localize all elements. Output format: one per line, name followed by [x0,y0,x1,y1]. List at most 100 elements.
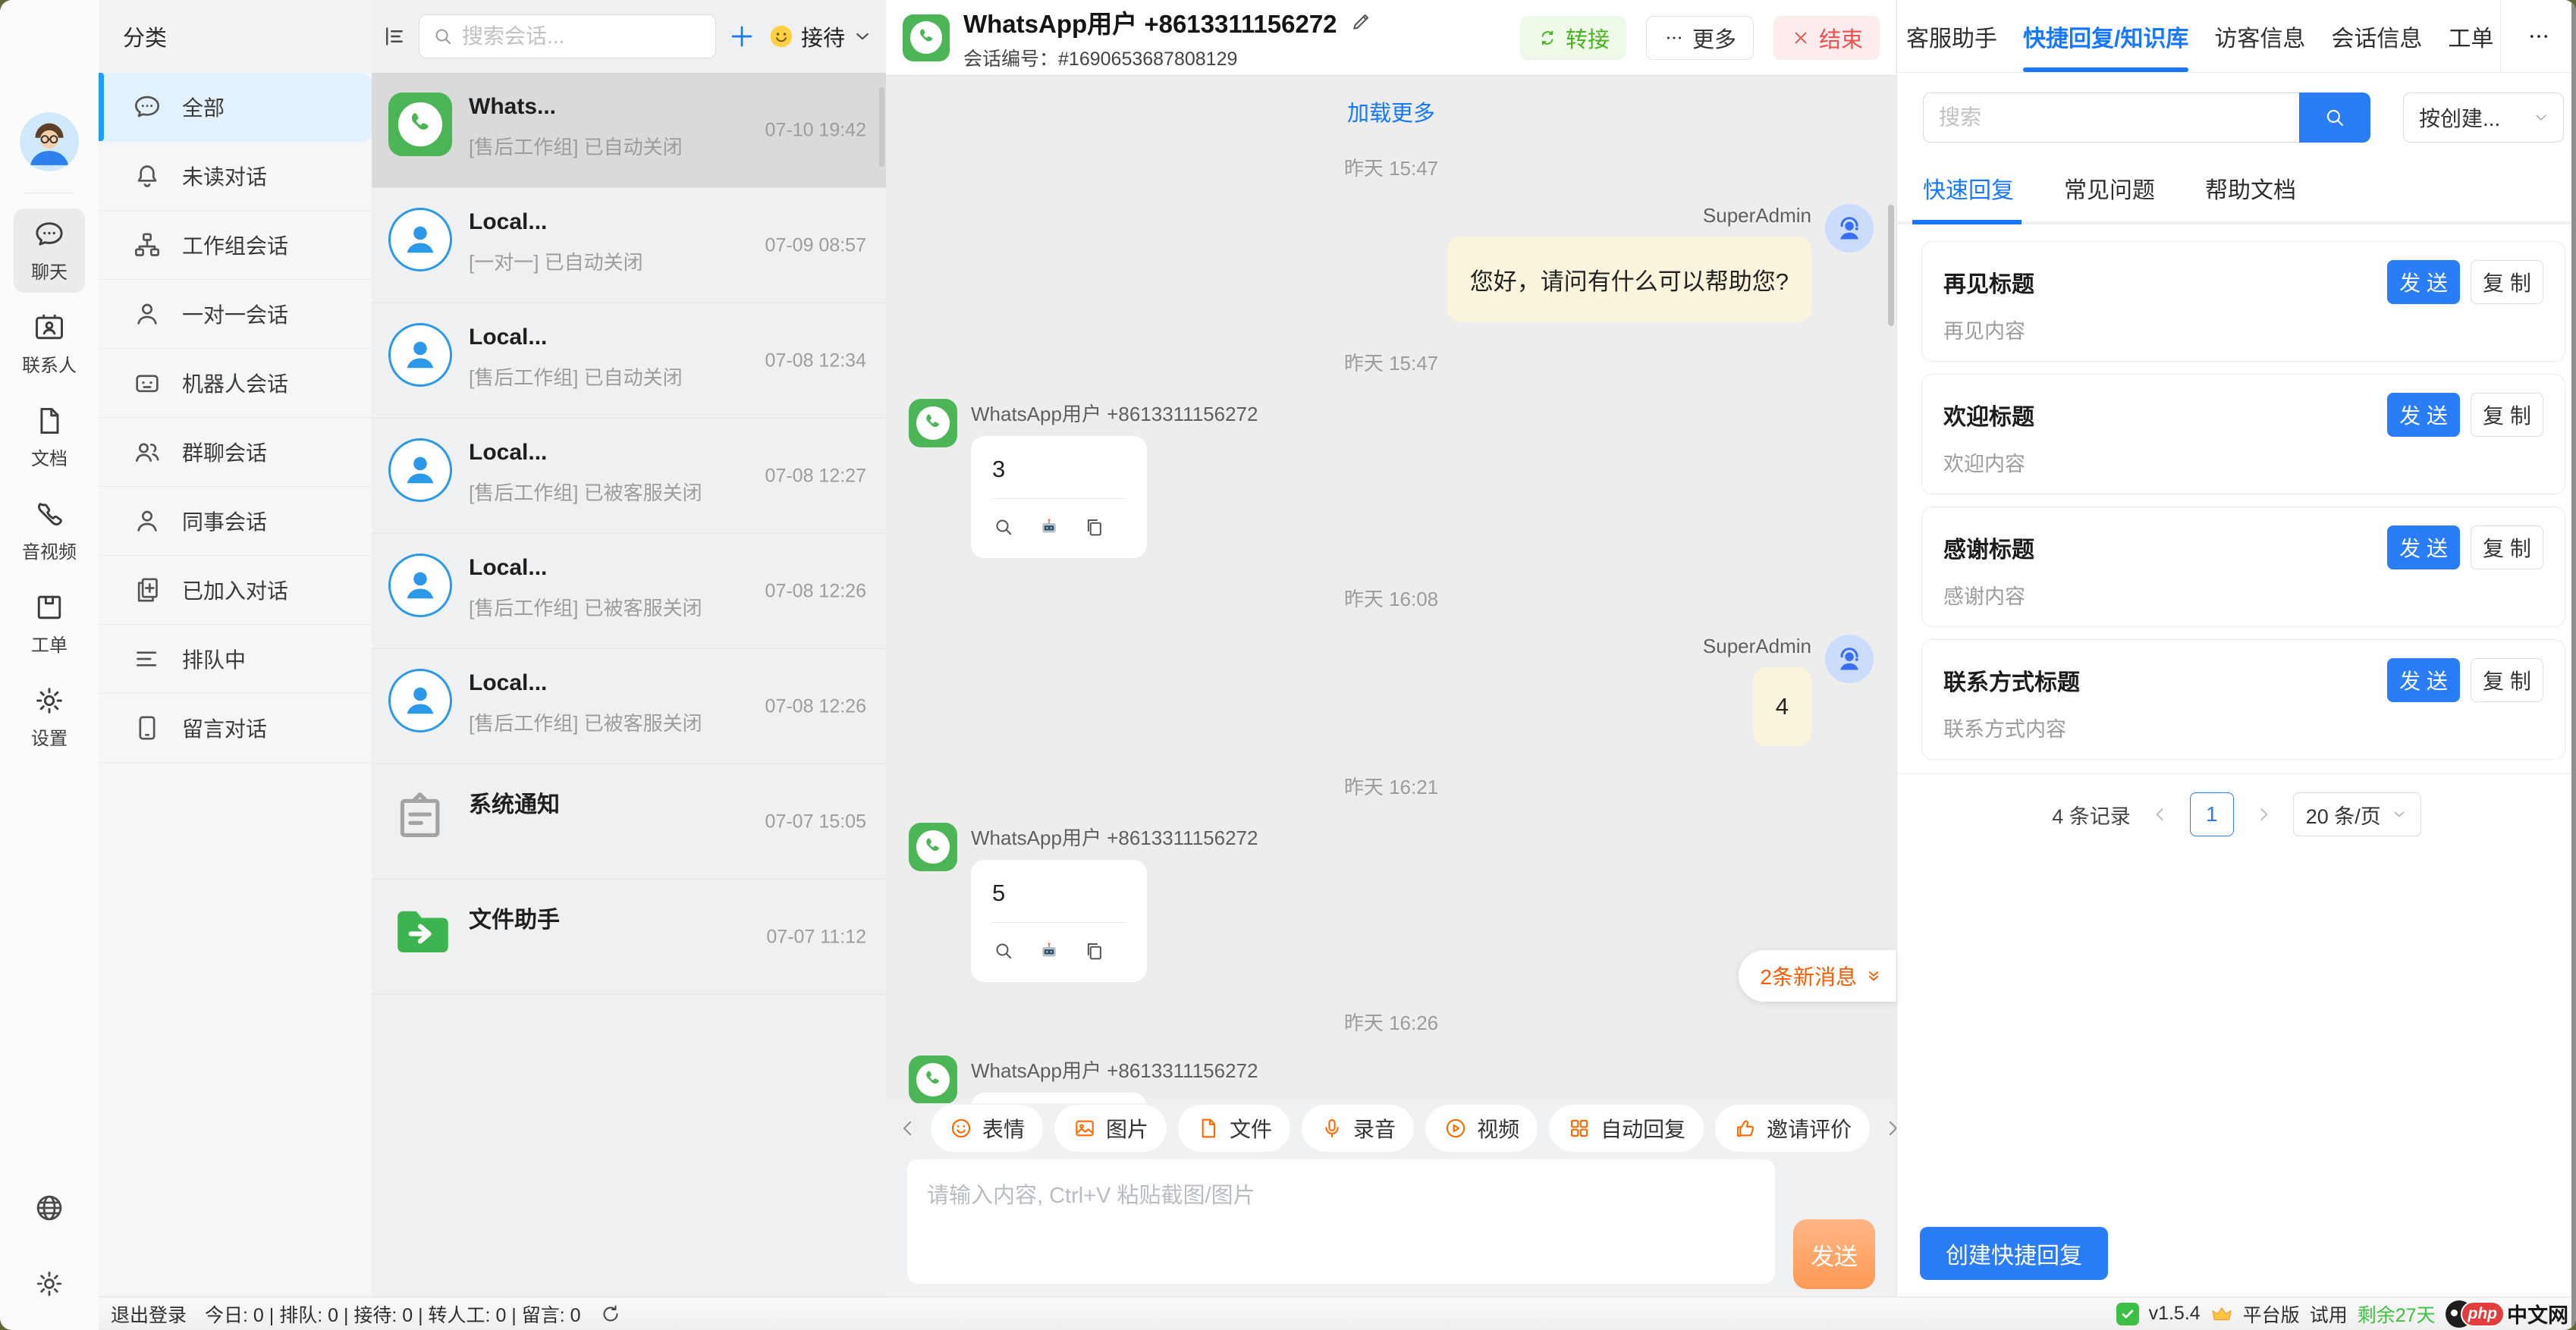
reply-title: 欢迎标题 [1943,398,2034,431]
document-icon [33,404,66,438]
sidebar-item-colleague[interactable]: 同事会话 [99,487,372,556]
copy-message-button[interactable] [1083,939,1106,962]
send-reply-button[interactable]: 发 送 [2387,658,2460,702]
page-size-dropdown[interactable]: 20 条/页 [2293,792,2421,836]
sidebar-item-robot[interactable]: 机器人会话 [99,349,372,418]
rail-item-av[interactable]: 音视频 [14,488,85,572]
close-icon [1790,27,1811,49]
conversation-item-system-notice[interactable]: 系统通知 07-07 15:05 [372,764,886,880]
conversation-item-file-assistant[interactable]: 文件助手 07-07 11:12 [372,880,886,995]
next-page-button[interactable] [2254,805,2273,824]
copy-reply-button[interactable]: 复 制 [2471,393,2543,437]
tab-visitor-info[interactable]: 访客信息 [2214,0,2305,72]
record-audio-button[interactable]: 录音 [1302,1105,1414,1152]
agent-avatar-icon [1825,204,1874,253]
chat-scrollbar[interactable] [1888,205,1894,326]
language-globe-button[interactable] [33,1192,65,1224]
conversation-item[interactable]: Local...[售后工作组] 已被客服关闭 07-08 12:27 [372,419,886,534]
rail-item-docs[interactable]: 文档 [14,395,85,479]
person-avatar-icon [388,323,452,387]
toolbar-scroll-right[interactable] [1881,1117,1896,1140]
tab-session-info[interactable]: 会话信息 [2331,0,2422,72]
window-scrollbar[interactable] [2571,0,2576,1330]
reception-status-dropdown[interactable]: 接待 [768,20,874,52]
subtab-help-docs[interactable]: 帮助文档 [2205,171,2296,221]
panel-more-tabs-button[interactable] [2500,0,2576,72]
conversation-item[interactable]: Local...[售后工作组] 已被客服关闭 07-08 12:26 [372,534,886,649]
sidebar-item-group[interactable]: 群聊会话 [99,418,372,487]
create-quick-reply-button[interactable]: 创建快捷回复 [1920,1227,2108,1280]
rail-item-workorder[interactable]: 工单 [14,582,85,666]
toolbar-scroll-left[interactable] [897,1117,919,1140]
kb-search-button[interactable] [2299,93,2370,143]
grid-icon [1567,1116,1591,1140]
copy-message-button[interactable] [1083,516,1106,538]
send-reply-button[interactable]: 发 送 [2387,260,2460,304]
rail-item-contacts[interactable]: 联系人 [14,302,85,386]
file-button[interactable]: 文件 [1178,1105,1290,1152]
sidebar-item-message[interactable]: 留言对话 [99,694,372,763]
collapse-sidebar-button[interactable] [381,23,408,50]
avatar[interactable] [20,112,79,171]
send-reply-button[interactable]: 发 送 [2387,393,2460,437]
send-button[interactable]: 发送 [1793,1219,1875,1289]
sidebar-item-workgroup[interactable]: 工作组会话 [99,211,372,280]
person-avatar-icon [388,669,452,732]
sidebar-item-one2one[interactable]: 一对一会话 [99,280,372,349]
user-message-group: WhatsApp用户 +8613311156272 5 [909,823,1874,982]
sidebar-item-joined[interactable]: 已加入对话 [99,556,372,625]
new-messages-button[interactable]: 2条新消息 [1739,950,1896,1002]
robot-reply-button[interactable] [1038,939,1060,962]
edit-title-button[interactable] [1349,11,1372,33]
sidebar-item-unread[interactable]: 未读对话 [99,142,372,211]
person-avatar-icon [388,438,452,502]
conversation-item[interactable]: Local...[售后工作组] 已被客服关闭 07-08 12:26 [372,649,886,764]
conversation-time: 07-08 12:26 [765,580,866,602]
sidebar-item-queue[interactable]: 排队中 [99,625,372,694]
logout-button[interactable]: 退出登录 [111,1300,187,1328]
sidebar-item-all[interactable]: 全部 [99,73,372,142]
robot-reply-button[interactable] [1038,516,1060,538]
transfer-button[interactable]: 转接 [1520,16,1626,60]
search-conversation-input[interactable] [462,24,703,49]
rail-item-settings[interactable]: 设置 [14,675,85,759]
tab-work-order[interactable]: 工单 [2448,0,2493,72]
copy-reply-button[interactable]: 复 制 [2471,658,2543,702]
conversation-item[interactable]: Local...[一对一] 已自动关闭 07-09 08:57 [372,188,886,303]
subtab-quick-reply[interactable]: 快速回复 [1923,171,2014,221]
panel-subtabs: 快速回复 常见问题 帮助文档 [1897,158,2576,224]
load-more-button[interactable]: 加载更多 [1347,96,1435,127]
invite-rating-button[interactable]: 邀请评价 [1715,1105,1870,1152]
edition-label: 平台版 [2243,1300,2300,1328]
image-button[interactable]: 图片 [1054,1105,1167,1152]
whatsapp-avatar-icon [388,93,452,156]
tab-assistant[interactable]: 客服助手 [1906,0,1997,72]
message-input[interactable] [907,1159,1775,1284]
video-button[interactable]: 视频 [1425,1105,1538,1152]
auto-reply-button[interactable]: 自动回复 [1549,1105,1704,1152]
emoji-button[interactable]: 表情 [931,1105,1043,1152]
search-message-button[interactable] [992,939,1015,962]
rail-item-chat[interactable]: 聊天 [14,209,85,293]
copy-reply-button[interactable]: 复 制 [2471,525,2543,569]
conversation-item[interactable]: Local...[售后工作组] 已自动关闭 07-08 12:34 [372,303,886,419]
conversation-scrollbar[interactable] [879,87,884,167]
search-message-button[interactable] [992,516,1015,538]
kb-search-input[interactable] [1923,93,2299,143]
settings-gear-button[interactable] [33,1268,65,1300]
prev-page-button[interactable] [2150,805,2170,824]
copy-reply-button[interactable]: 复 制 [2471,260,2543,304]
current-page[interactable]: 1 [2190,792,2234,836]
chevron-right-icon [1881,1117,1896,1140]
conversation-item[interactable]: Whats...[售后工作组] 已自动关闭 07-10 19:42 [372,73,886,188]
refresh-stats-button[interactable] [599,1303,622,1325]
tab-quick-reply-kb[interactable]: 快捷回复/知识库 [2023,0,2188,72]
message-timestamp: 昨天 16:26 [909,1008,1874,1036]
sort-dropdown[interactable]: 按创建... [2403,93,2564,143]
send-reply-button[interactable]: 发 送 [2387,525,2460,569]
add-conversation-button[interactable] [727,21,757,52]
end-session-button[interactable]: 结束 [1773,16,1880,60]
more-button[interactable]: 更多 [1646,16,1754,60]
plus-icon [727,21,757,52]
subtab-faq[interactable]: 常见问题 [2064,171,2155,221]
